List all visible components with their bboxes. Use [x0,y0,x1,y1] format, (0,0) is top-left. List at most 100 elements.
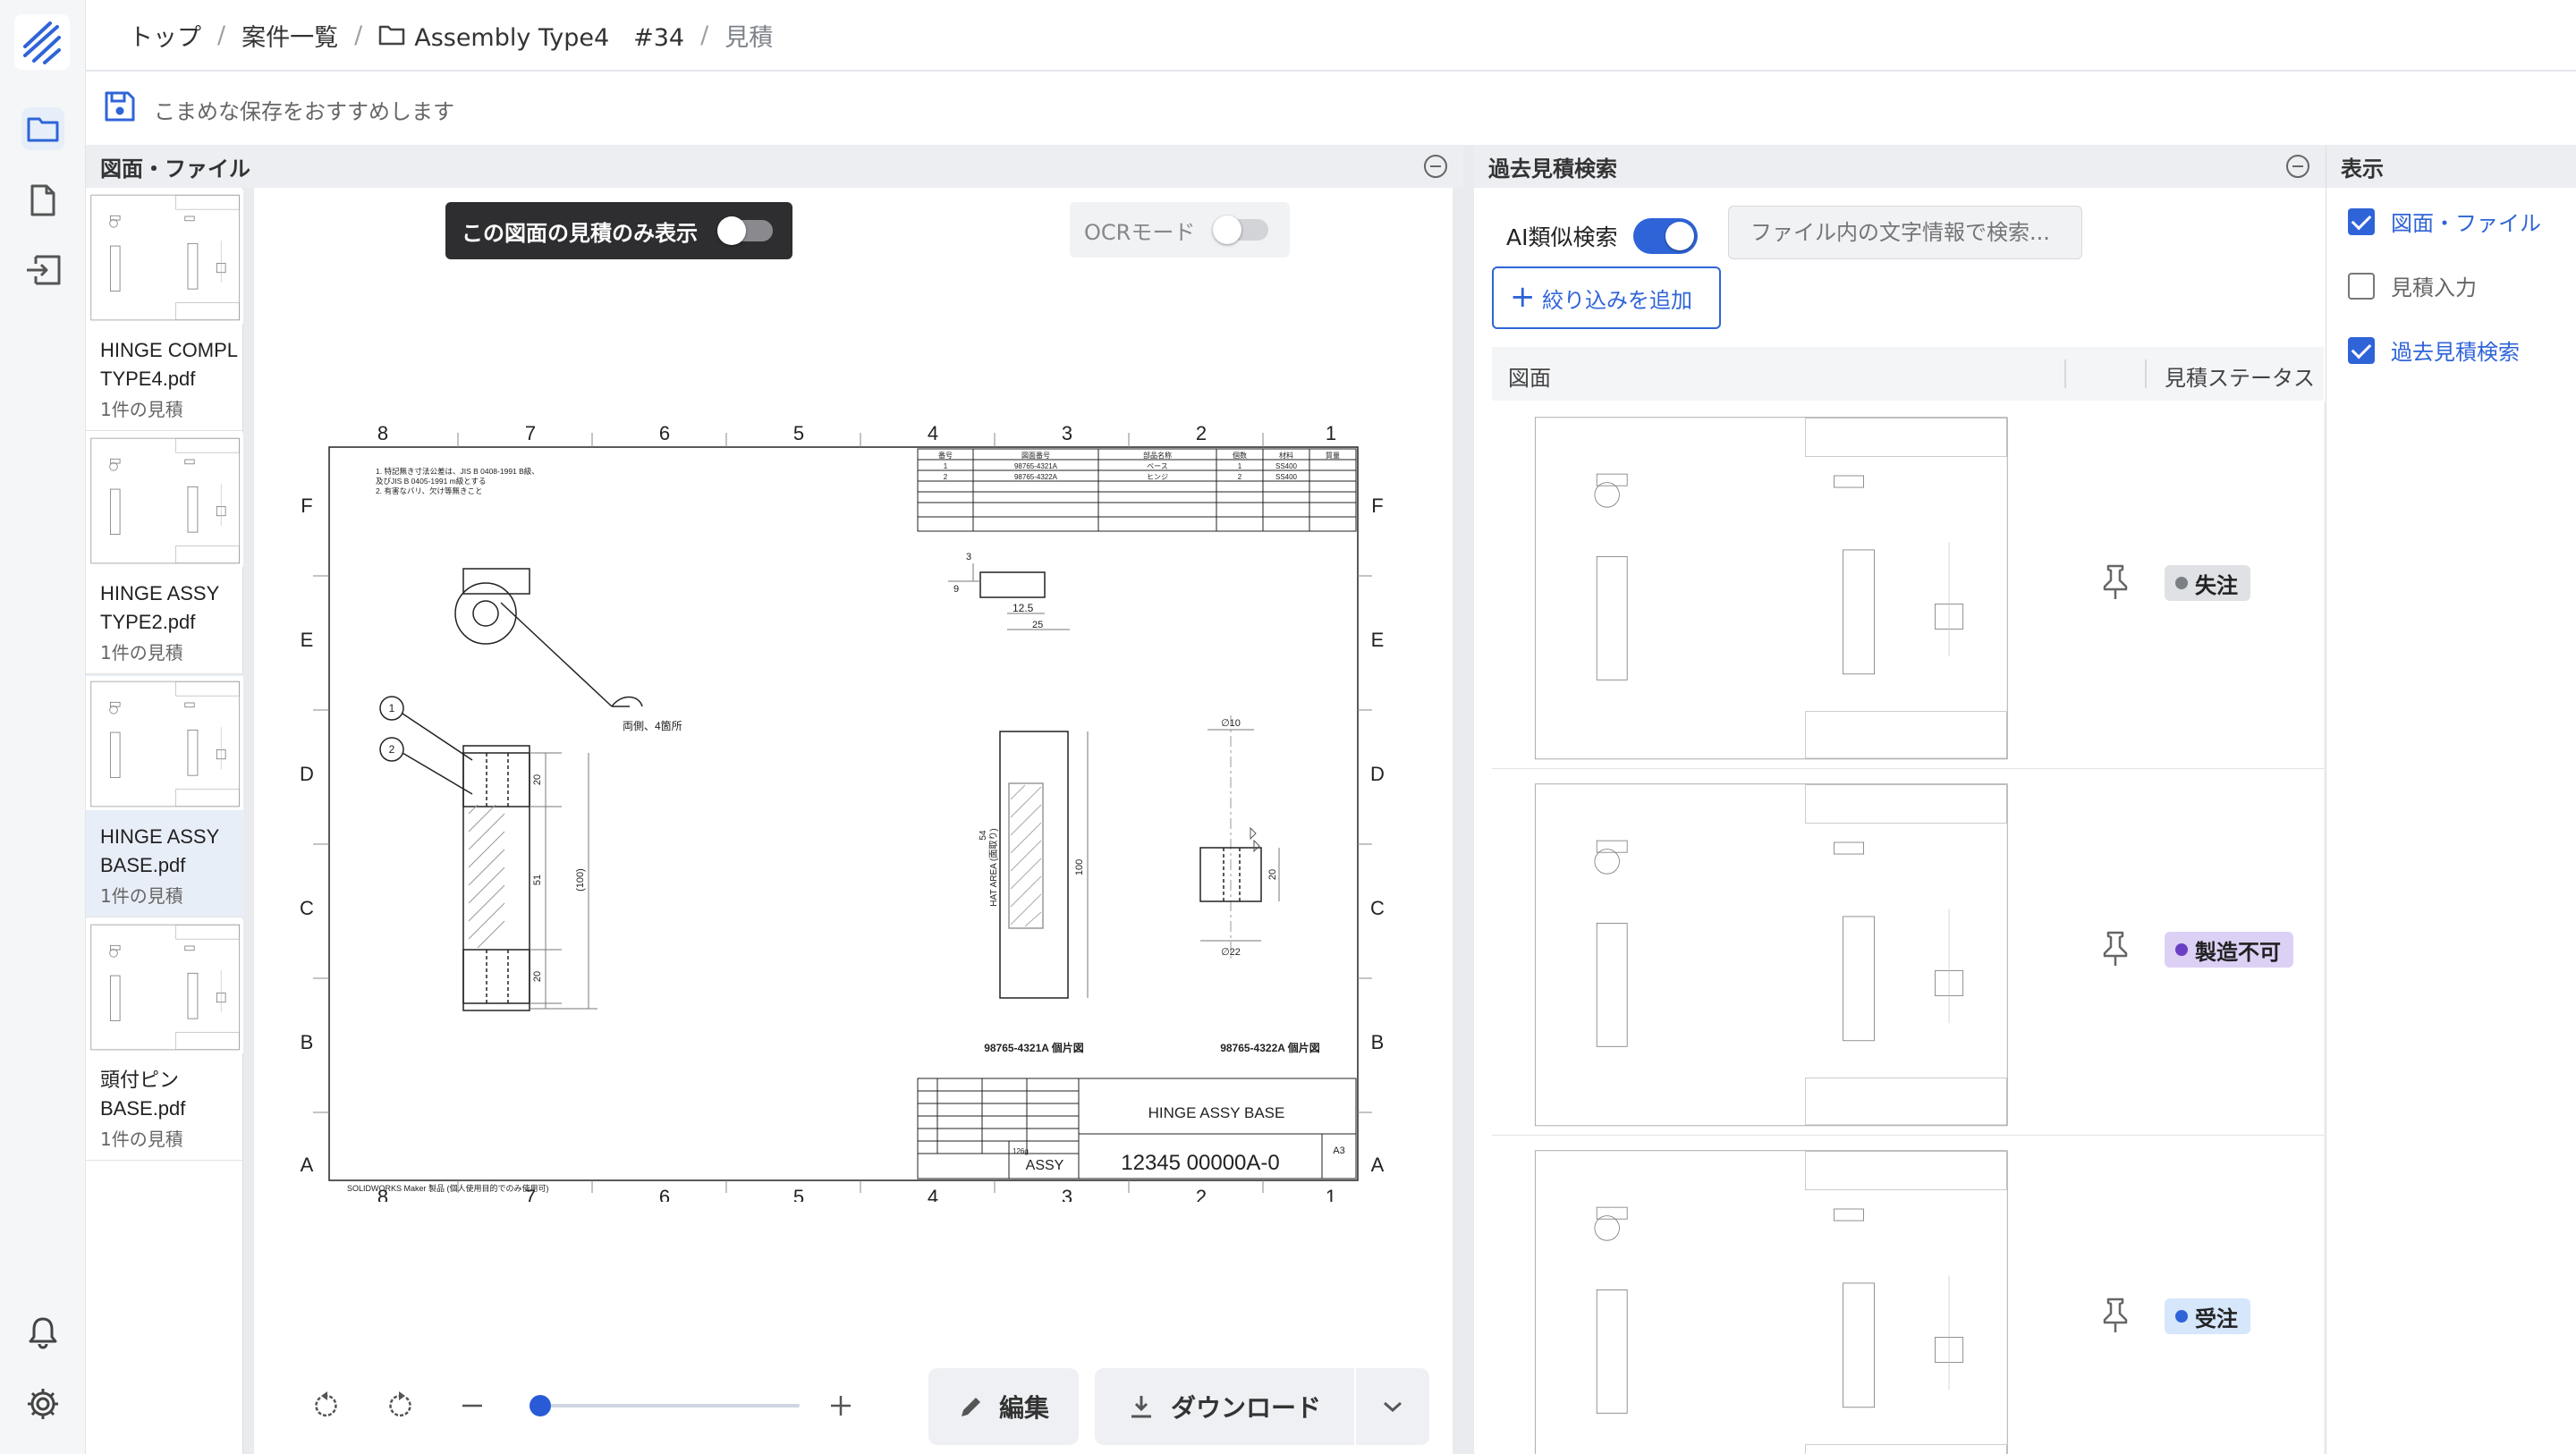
status-label: 製造不可 [2195,939,2281,965]
file-text-search-input[interactable] [1728,206,2082,259]
pin-button[interactable] [2100,1297,2131,1338]
file-name: HINGE COMPL TYPE4.pdf [100,339,238,390]
drawing-note: 1. 特記無き寸法公差は、JIS B 0408-1991 B級、 [376,467,539,476]
file-thumbnail [86,190,243,324]
dimension-label: 100 [1074,859,1085,875]
file-list-item[interactable]: HINGE COMPL TYPE4.pdf 1件の見積 [86,188,243,431]
bom-header-cell: 図面番号 [1021,451,1050,460]
column-label: 8 [377,422,388,444]
dimension-label: 25 [1032,620,1043,630]
dimension-label: 20 [532,971,543,982]
search-result-row[interactable]: 製造不可 [1492,769,2324,1136]
status-badge: 受注 [2165,1298,2250,1334]
pin-icon [2103,564,2128,599]
column-divider[interactable] [2064,359,2066,388]
row-label: E [1371,629,1385,651]
download-icon [1131,1396,1151,1418]
collapse-files-button[interactable] [1424,155,1447,178]
column-header-status: 見積ステータス [2165,366,2315,391]
rotate-left-button[interactable] [308,1386,347,1425]
app-logo[interactable] [13,13,72,72]
collapse-search-button[interactable] [2286,155,2309,178]
technical-drawing: 8 7 6 5 4 3 2 1 8 7 6 5 4 3 2 1 F E D C … [300,422,1385,1202]
nav-rail [0,0,86,1454]
file-list-item[interactable]: HINGE ASSY BASE.pdf 1件の見積 [86,674,243,917]
status-dot [2175,577,2188,589]
row-label: C [1370,897,1385,919]
this-drawing-only-label: この図面の見積のみ表示 [462,220,698,246]
bell-icon [29,1317,57,1349]
display-panel-header: 表示 [2326,145,2576,188]
this-drawing-only-switch[interactable] [717,216,773,245]
file-estimate-count: 1件の見積 [100,1129,183,1150]
status-badge: 失注 [2165,565,2250,601]
breadcrumb-top[interactable]: トップ [129,18,201,53]
column-label: 7 [525,422,536,444]
file-estimate-count: 1件の見積 [100,885,183,907]
file-thumbnail [86,433,243,567]
files-panel-header: 図面・ファイル [86,145,1463,188]
view-label: 98765-4322A 個片図 [1220,1041,1320,1054]
part-view-1: 3 9 12.5 25 100 HAT AREA (面取り) 54 98765-… [948,552,1089,1054]
rotate-left-icon [315,1391,337,1417]
download-options-button[interactable] [1356,1368,1429,1445]
title-block-sheet-size: A3 [1333,1145,1344,1156]
title-block-weight: 126g [1013,1147,1029,1155]
save-icon[interactable] [104,90,136,128]
zoom-slider-handle[interactable] [530,1395,551,1416]
breadcrumb-project[interactable]: Assembly Type4 #34 [378,18,684,53]
pin-icon [2103,1298,2128,1332]
pin-button[interactable] [2100,930,2131,971]
zoom-slider-track[interactable] [540,1404,800,1408]
edit-button[interactable]: 編集 [928,1368,1079,1445]
checkbox-checked[interactable] [2348,336,2375,364]
rotate-right-button[interactable] [379,1386,419,1425]
ocr-mode-toggle[interactable]: OCRモード [1070,202,1290,258]
column-divider[interactable] [2145,359,2147,388]
display-panel-title: 表示 [2341,156,2384,182]
display-option-label: 見積入力 [2391,275,2477,300]
bom-cell: ベース [1147,462,1168,470]
checkbox-checked[interactable] [2348,207,2375,235]
logo-icon [14,14,70,70]
display-option-drawings[interactable]: 図面・ファイル [2348,206,2541,237]
dimension-label: 20 [532,774,543,785]
search-panel-header: 過去見積検索 [1463,145,2326,188]
zoom-out-button[interactable] [453,1386,492,1425]
row-label: F [301,495,312,517]
bom-cell: 98765-4321A [1014,462,1058,470]
file-list-item[interactable]: HINGE ASSY TYPE2.pdf 1件の見積 [86,431,243,674]
pin-button[interactable] [2100,563,2131,604]
search-result-row[interactable]: 失注 [1492,402,2324,769]
column-header-drawing: 図面 [1508,366,1551,391]
zoom-in-button[interactable] [821,1386,860,1425]
download-button[interactable]: ダウンロード [1095,1368,1354,1445]
notifications-button[interactable] [21,1311,64,1354]
bom-header-cell: 質量 [1326,451,1340,460]
add-filter-button[interactable]: + 絞り込みを追加 [1492,266,1721,329]
this-drawing-only-toggle[interactable]: この図面の見積のみ表示 [445,202,792,259]
breadcrumb-cases[interactable]: 案件一覧 [242,18,338,53]
display-option-estimate-input[interactable]: 見積入力 [2348,270,2477,301]
projects-nav-button[interactable] [21,107,64,150]
display-option-past-search[interactable]: 過去見積検索 [2348,334,2520,366]
title-block-title: HINGE ASSY BASE [1148,1104,1285,1121]
chevron-down-icon [1384,1401,1402,1413]
row-label: C [300,897,314,919]
bom-cell: ヒンジ [1147,473,1168,481]
import-nav-button[interactable] [21,249,64,292]
past-estimate-search-panel: AI類似検索 + 絞り込みを追加 図面 見積ステータス 失注 製造不可 [1463,188,2334,1454]
display-options-panel: 図面・ファイル 見積入力 過去見積検索 [2326,188,2576,1454]
ocr-mode-switch[interactable] [1213,216,1268,244]
file-list-item[interactable]: 頭付ピン BASE.pdf 1件の見積 [86,917,243,1161]
part-view-2: ∅10 ∅22 20 98765-4322A 個片図 [1199,715,1320,1054]
column-label: 1 [1326,1186,1336,1202]
documents-nav-button[interactable] [21,179,64,222]
drawing-note: 及びJIS B 0405-1991 m級とする [376,477,487,486]
settings-button[interactable] [21,1382,64,1425]
checkbox-unchecked[interactable] [2348,272,2375,300]
search-result-row[interactable]: 受注 [1492,1136,2324,1454]
save-notice-text: こまめな保存をおすすめします [154,98,454,124]
ai-similar-search-switch[interactable] [1633,218,1698,254]
row-label: F [1371,495,1383,517]
